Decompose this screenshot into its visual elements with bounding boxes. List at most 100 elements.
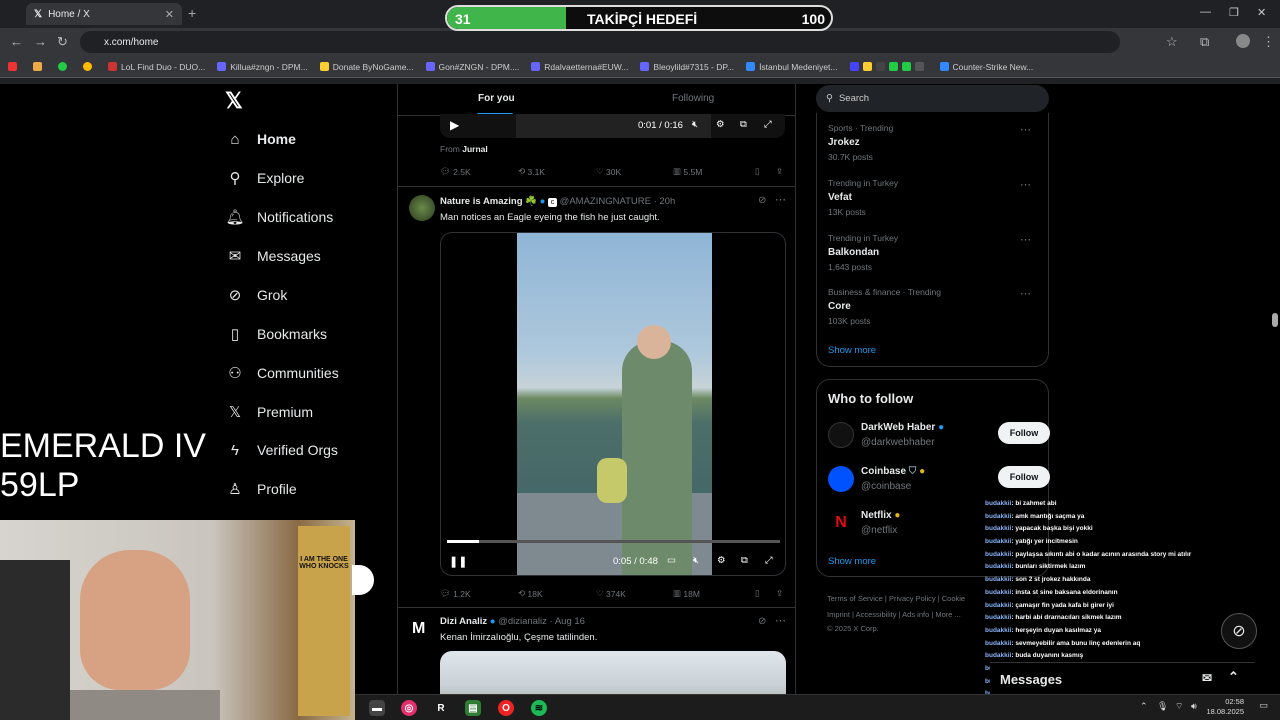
taskbar-r-icon[interactable]: R <box>433 700 449 716</box>
system-clock[interactable]: 02:58 18.08.2025 <box>1206 697 1244 717</box>
browser-tab[interactable]: 𝕏 Home / X ✕ <box>26 3 182 25</box>
new-tab-icon[interactable]: + <box>188 5 196 21</box>
bookmark-icon[interactable]: ▯ <box>755 166 760 177</box>
tab-for-you[interactable]: For you <box>478 93 515 104</box>
bookmark-chrome-icon[interactable] <box>83 62 96 71</box>
profile-avatar-icon[interactable] <box>1236 34 1250 48</box>
video-progress[interactable] <box>447 540 780 543</box>
captions-icon[interactable]: ▭ <box>667 555 676 566</box>
nav-notifications[interactable]: 🔔︎ Notifications <box>225 208 333 226</box>
nav-verified-orgs[interactable]: ϟ Verified Orgs <box>226 441 338 459</box>
footer-links[interactable]: Imprint | Accessibility | Ads info | Mor… <box>827 610 961 619</box>
address-bar[interactable]: x.com/home <box>80 31 1120 53</box>
forward-icon[interactable]: → <box>34 34 47 49</box>
settings-icon[interactable]: ⚙ <box>717 555 726 566</box>
reload-icon[interactable]: ↻ <box>57 34 68 50</box>
nav-bookmarks[interactable]: ▯ Bookmarks <box>226 325 327 343</box>
expand-icon[interactable]: ⌃ <box>1228 669 1239 685</box>
pip-icon[interactable]: ⧉ <box>740 119 747 130</box>
author-handle[interactable]: @AMAZINGNATURE <box>560 196 651 207</box>
wifi-icon[interactable]: ⌔ <box>1175 701 1183 712</box>
account-row[interactable]: DarkWeb Haber ● @darkwebhaber Follow <box>828 422 1053 452</box>
like-button[interactable]: ♡ 374K <box>596 588 626 599</box>
pip-icon[interactable]: ⧉ <box>741 555 748 566</box>
author-name[interactable]: Dizi Analiz <box>440 616 487 627</box>
grok-floating-button[interactable]: ⊘ <box>1221 613 1257 649</box>
more-icon[interactable]: ⋯ <box>1020 123 1031 136</box>
views-button[interactable]: ▥ 5.5M <box>673 166 702 177</box>
grok-post-icon[interactable]: ⊘ <box>758 616 766 627</box>
search-input[interactable]: ⚲ Search <box>816 85 1049 112</box>
trend-item[interactable]: Sports · Trending Jrokez 30.7K posts ⋯ <box>828 123 1038 162</box>
repost-button[interactable]: ⟲ 3.1K <box>518 166 545 177</box>
bookmark-4[interactable]: Gon#ZNGN - DPM.... <box>425 62 519 72</box>
grok-post-icon[interactable]: ⊘ <box>758 195 766 206</box>
bookmark-whatsapp-icon[interactable] <box>58 62 71 71</box>
post-time[interactable]: · Aug 16 <box>550 616 585 627</box>
opera-icon[interactable]: O <box>498 700 514 716</box>
nav-explore[interactable]: ⚲ Explore <box>226 169 305 187</box>
play-icon[interactable]: ▶ <box>450 118 459 132</box>
reply-button[interactable]: 💬︎ 1.2K <box>440 588 471 599</box>
extensions-icon[interactable]: ⧉ <box>1200 34 1209 50</box>
more-icon[interactable]: ⋯ <box>1020 178 1031 191</box>
close-tab-icon[interactable]: ✕ <box>165 8 174 21</box>
more-icon[interactable]: ⋯ <box>775 193 786 206</box>
bookmark-3[interactable]: Donate ByNoGame... <box>319 62 414 72</box>
share-icon[interactable]: ⇪ <box>776 166 783 177</box>
nav-home[interactable]: ⌂ Home <box>226 130 295 148</box>
show-more-link[interactable]: Show more <box>828 345 876 356</box>
nav-grok[interactable]: ⊘ Grok <box>226 286 288 304</box>
bookmark-1[interactable]: LoL Find Duo - DUO... <box>108 62 205 72</box>
taskbar-app-icon[interactable]: ▬ <box>369 700 385 716</box>
from-source[interactable]: Jurnal <box>462 144 488 154</box>
more-icon[interactable]: ⋯ <box>1020 233 1031 246</box>
microphone-icon[interactable]: 🎙︎ <box>1157 701 1168 712</box>
author-name[interactable]: Nature is Amazing ☘️ <box>440 196 537 207</box>
x-logo-icon[interactable]: 𝕏 <box>225 88 243 114</box>
scrollbar-thumb[interactable] <box>1272 313 1278 327</box>
trend-item[interactable]: Business & finance · Trending Core 103K po… <box>828 287 1038 326</box>
mute-icon[interactable]: 🔇︎ <box>693 555 699 566</box>
minimize-icon[interactable]: — <box>1200 6 1211 18</box>
close-window-icon[interactable]: ✕ <box>1257 6 1266 19</box>
bookmark-5[interactable]: Rdalvaetterna#EUW... <box>531 62 628 72</box>
author-handle[interactable]: @dizianaliz <box>498 616 547 627</box>
bookmark-icons-group[interactable] <box>849 62 928 71</box>
taskbar-app-icon[interactable]: ◎ <box>401 700 417 716</box>
nav-communities[interactable]: ⚇ Communities <box>226 364 338 382</box>
bookmark-gmail-icon[interactable] <box>33 62 46 71</box>
back-icon[interactable]: ← <box>10 34 23 49</box>
taskbar-app-icon[interactable]: ▤ <box>465 700 481 716</box>
tray-chevron-icon[interactable]: ⌃ <box>1140 701 1148 712</box>
nav-messages[interactable]: ✉ Messages <box>226 247 321 265</box>
views-button[interactable]: ▥ 18M <box>673 588 700 599</box>
bookmark-6[interactable]: Bleoylild#7315 - DP... <box>640 62 734 72</box>
menu-kebab-icon[interactable]: ⋮ <box>1262 34 1275 50</box>
settings-icon[interactable]: ⚙ <box>716 119 725 130</box>
nav-premium[interactable]: 𝕏 Premium <box>226 403 313 421</box>
more-icon[interactable]: ⋯ <box>775 614 786 627</box>
share-icon[interactable]: ⇪ <box>776 588 783 599</box>
reply-button[interactable]: 💬︎ 2.5K <box>440 166 471 177</box>
video-player[interactable]: ❚❚ 0:05 / 0:48 ▭ 🔇︎ ⚙ ⧉ ⤢ <box>440 232 786 576</box>
nav-profile[interactable]: ♙ Profile <box>226 480 296 498</box>
volume-icon[interactable]: 🔊︎ <box>1191 701 1197 712</box>
dizi-analiz-logo-icon[interactable]: M <box>412 620 425 638</box>
footer-links[interactable]: Terms of Service | Privacy Policy | Cook… <box>827 594 965 603</box>
bookmark-icon[interactable]: ▯ <box>755 588 760 599</box>
fullscreen-icon[interactable]: ⤢ <box>765 555 773 566</box>
mute-icon[interactable]: 🔇︎ <box>692 119 698 130</box>
repost-button[interactable]: ⟲ 18K <box>518 588 543 599</box>
trend-item[interactable]: Trending in Turkey Vefat 13K posts ⋯ <box>828 178 1038 217</box>
bookmark-youtube-icon[interactable] <box>8 62 21 71</box>
more-icon[interactable]: ⋯ <box>1020 287 1031 300</box>
bookmark-7[interactable]: İstanbul Medeniyet... <box>746 62 838 72</box>
tab-following[interactable]: Following <box>672 93 714 104</box>
fullscreen-icon[interactable]: ⤢ <box>764 119 772 130</box>
bookmark-8[interactable]: Counter-Strike New... <box>939 62 1033 72</box>
restore-icon[interactable]: ❐ <box>1229 6 1239 19</box>
like-button[interactable]: ♡ 30K <box>596 166 621 177</box>
avatar[interactable] <box>409 195 435 221</box>
bookmark-2[interactable]: Killua#zngn - DPM... <box>217 62 308 72</box>
